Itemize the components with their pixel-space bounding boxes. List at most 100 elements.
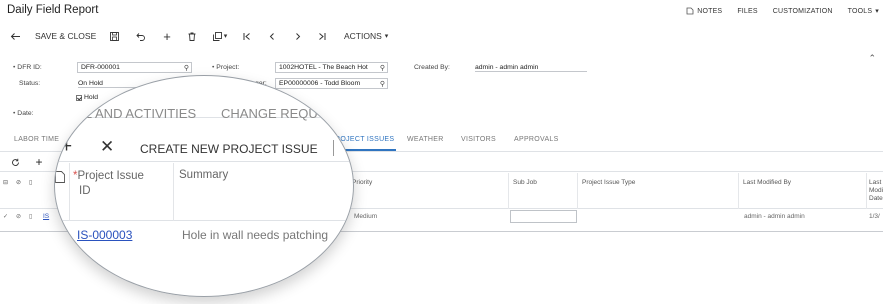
col-last-modified-by[interactable]: Last Modified By: [743, 179, 791, 187]
tab-approvals[interactable]: APPROVALS: [514, 136, 559, 143]
magnifier-content: IME AND ACTIVITIES CHANGE REQU + ✕ CREAT…: [55, 76, 353, 296]
undo-button[interactable]: [135, 26, 147, 46]
plus-icon: +: [61, 136, 73, 157]
plus-icon: +: [35, 155, 43, 169]
status-label: Status:: [19, 80, 41, 87]
document-icon: [55, 228, 65, 243]
zoomed-tab-time-activities[interactable]: IME AND ACTIVITIES: [69, 106, 196, 121]
zoomed-col-summary[interactable]: Summary: [179, 169, 228, 181]
last-modified-date-cell: 1/3/: [869, 213, 880, 220]
previous-record-button[interactable]: [266, 26, 278, 46]
created-by-label: Created By:: [414, 64, 450, 71]
chevron-right-icon: [296, 32, 301, 40]
toolbar-divider: [333, 140, 334, 156]
actions-label: ACTIONS: [344, 31, 382, 41]
add-button[interactable]: +: [161, 26, 173, 46]
col-priority[interactable]: Priority: [352, 179, 372, 187]
created-by-value: admin - admin admin: [475, 64, 587, 72]
notes-label: NOTES: [697, 7, 723, 15]
title-bar: Daily Field Report NOTES FILES CUSTOMIZA…: [0, 0, 883, 22]
delete-button[interactable]: [186, 26, 198, 46]
magnifier-lens: IME AND ACTIVITIES CHANGE REQU + ✕ CREAT…: [54, 75, 354, 297]
tools-button[interactable]: TOOLS ▾: [847, 7, 879, 16]
save-button[interactable]: [108, 26, 120, 46]
first-record-button[interactable]: [241, 26, 253, 46]
sub-job-input[interactable]: [510, 210, 577, 223]
last-modified-by-cell: admin - admin admin: [744, 213, 805, 220]
search-icon: ⚲: [379, 65, 385, 72]
search-icon: ⚲: [183, 65, 189, 72]
chevron-down-icon: ▾: [223, 33, 228, 40]
dfr-id-value: DFR-000001: [81, 64, 120, 71]
actions-menu[interactable]: ACTIONS ▾: [344, 26, 388, 46]
zoomed-tab-bar: IME AND ACTIVITIES CHANGE REQU: [55, 96, 353, 121]
zoomed-grid-toolbar: + ✕ CREATE NEW PROJECT ISSUE: [55, 132, 353, 162]
tab-weather[interactable]: WEATHER: [407, 136, 444, 143]
col-project-issue-id-text: Project Issue: [77, 170, 144, 182]
project-value: 1002HOTEL - The Beach Hot: [279, 64, 368, 71]
zoomed-table-row[interactable]: IS-000003 Hole in wall needs patching: [55, 222, 353, 246]
zoomed-tab-change-requests[interactable]: CHANGE REQU: [221, 106, 318, 121]
refresh-button[interactable]: [9, 152, 21, 172]
undo-icon: [136, 32, 145, 41]
notes-button[interactable]: NOTES: [686, 7, 722, 15]
plus-icon: +: [163, 28, 171, 44]
copy-icon: [212, 31, 222, 41]
project-label: Project:: [212, 64, 239, 71]
zoomed-grid-header: *Project Issue ID Summary: [55, 163, 353, 221]
main-toolbar: SAVE & CLOSE + ▾ ACTIONS ▾: [0, 26, 883, 46]
save-icon: [109, 31, 119, 41]
attachment-col-icon: ⊟: [3, 180, 9, 186]
tab-labor-time[interactable]: LABOR TIME: [14, 136, 59, 143]
grid-add-button[interactable]: +: [34, 152, 44, 172]
dfr-id-field[interactable]: DFR-000001 ⚲: [77, 62, 192, 73]
col-project-issue-id-line2: ID: [79, 185, 91, 197]
col-divider: [69, 163, 70, 221]
chevron-down-icon: ▾: [384, 33, 389, 40]
zoomed-col-project-issue-id[interactable]: *Project Issue ID: [73, 169, 144, 199]
document-icon: ▯: [29, 214, 33, 220]
zoomed-issue-id-link[interactable]: IS-000003: [77, 228, 132, 242]
last-icon: [319, 32, 326, 40]
first-icon: [243, 32, 250, 40]
priority-cell: Medium: [354, 213, 378, 220]
chevron-left-icon: [269, 32, 274, 40]
zoomed-summary-cell: Hole in wall needs patching: [182, 228, 329, 242]
document-icon: ▯: [29, 180, 33, 186]
tab-visitors[interactable]: VISITORS: [461, 136, 496, 143]
row-selector-icon: ✓: [3, 214, 9, 220]
paperclip-icon: ⊘: [16, 180, 22, 186]
col-divider: [508, 173, 509, 209]
copy-dropdown-button[interactable]: ▾: [210, 26, 230, 46]
search-icon: ⚲: [379, 81, 385, 88]
col-divider: [173, 163, 174, 221]
back-arrow-icon: [10, 32, 20, 40]
next-record-button[interactable]: [292, 26, 304, 46]
issue-id-link[interactable]: IS: [43, 213, 49, 220]
zoomed-close-button[interactable]: ✕: [100, 137, 114, 157]
files-button[interactable]: FILES: [737, 7, 757, 15]
project-field[interactable]: 1002HOTEL - The Beach Hot ⚲: [275, 62, 388, 73]
dfr-id-label: DFR ID:: [13, 64, 42, 71]
col-divider: [866, 173, 867, 209]
close-icon: ✕: [100, 137, 115, 156]
create-new-project-issue-button[interactable]: CREATE NEW PROJECT ISSUE: [140, 142, 318, 156]
last-record-button[interactable]: [316, 26, 328, 46]
customization-button[interactable]: CUSTOMIZATION: [773, 7, 833, 15]
col-last-modified-date-line2: Modi: [869, 187, 883, 194]
trash-icon: [188, 32, 196, 41]
notes-icon: [686, 7, 694, 15]
col-project-issue-type[interactable]: Project Issue Type: [582, 179, 635, 187]
back-button[interactable]: [8, 26, 22, 46]
col-last-modified-date[interactable]: Last Modi Date: [869, 179, 883, 203]
col-sub-job[interactable]: Sub Job: [513, 179, 537, 187]
chevron-down-icon: ▾: [875, 8, 879, 15]
col-last-modified-date-line3: Date: [869, 195, 883, 202]
save-close-button[interactable]: SAVE & CLOSE: [35, 26, 96, 46]
paperclip-icon: ⊘: [16, 214, 22, 220]
page-title: Daily Field Report: [7, 4, 99, 16]
col-last-modified-date-line1: Last: [869, 179, 882, 186]
zoomed-add-button[interactable]: +: [61, 136, 72, 158]
col-divider: [577, 173, 578, 209]
tools-label: TOOLS: [847, 7, 873, 15]
